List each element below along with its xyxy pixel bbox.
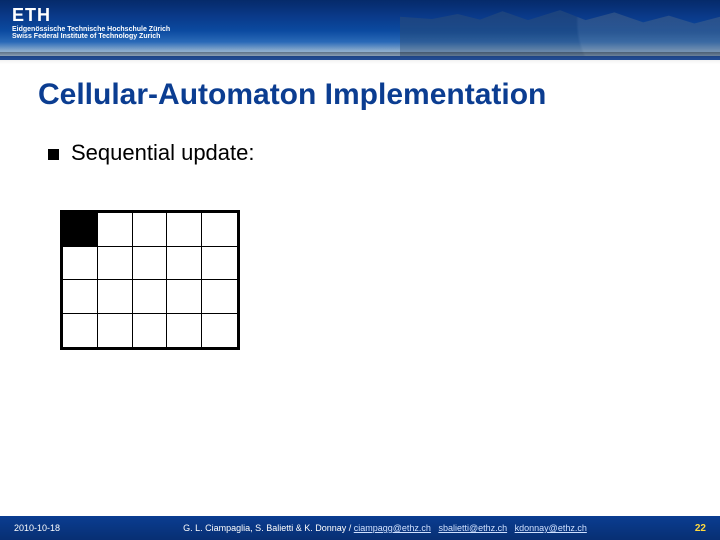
header-accent-bar (0, 56, 720, 60)
grid-cell (98, 247, 133, 281)
institution-line-1: Eidgenössische Technische Hochschule Zür… (12, 26, 170, 33)
grid-cell (167, 247, 202, 281)
grid-cell (133, 213, 168, 247)
header-banner: ETH Eidgenössische Technische Hochschule… (0, 0, 720, 56)
footer-credits-prefix: G. L. Ciampaglia, S. Balietti & K. Donna… (183, 523, 354, 533)
footer-email-3[interactable]: kdonnay@ethz.ch (515, 523, 587, 533)
footer-email-1[interactable]: ciampagg@ethz.ch (354, 523, 431, 533)
slide: ETH Eidgenössische Technische Hochschule… (0, 0, 720, 540)
grid-cell (167, 314, 202, 348)
grid-cell (63, 314, 98, 348)
grid-cell-filled (63, 213, 98, 247)
header-silhouette (400, 0, 720, 56)
footer-page-number: 22 (666, 523, 706, 534)
grid-cell (133, 314, 168, 348)
footer-date: 2010-10-18 (14, 523, 104, 533)
eth-logo: ETH (12, 6, 170, 24)
bullet-text: Sequential update: (71, 140, 255, 166)
grid-cell (133, 247, 168, 281)
page-title: Cellular-Automaton Implementation (38, 78, 546, 112)
bullet-square-icon (48, 149, 59, 160)
grid-cell (63, 247, 98, 281)
grid-cell (98, 280, 133, 314)
grid-cell (98, 314, 133, 348)
footer-bar: 2010-10-18 G. L. Ciampaglia, S. Balietti… (0, 516, 720, 540)
grid-cell (202, 213, 237, 247)
institution-line-2: Swiss Federal Institute of Technology Zu… (12, 33, 170, 40)
logo-block: ETH Eidgenössische Technische Hochschule… (12, 6, 170, 40)
footer-credits: G. L. Ciampaglia, S. Balietti & K. Donna… (104, 523, 666, 533)
grid-cell (202, 314, 237, 348)
grid-cell (167, 213, 202, 247)
grid-cell (167, 280, 202, 314)
grid-cell (63, 280, 98, 314)
grid-cell (202, 247, 237, 281)
grid-cell (98, 213, 133, 247)
footer-email-2[interactable]: sbalietti@ethz.ch (438, 523, 507, 533)
bullet-item: Sequential update: (48, 140, 255, 166)
grid-cells (63, 213, 237, 347)
automaton-grid (60, 210, 240, 350)
grid-cell (133, 280, 168, 314)
grid-cell (202, 280, 237, 314)
eth-logo-text: ETH (12, 6, 51, 24)
